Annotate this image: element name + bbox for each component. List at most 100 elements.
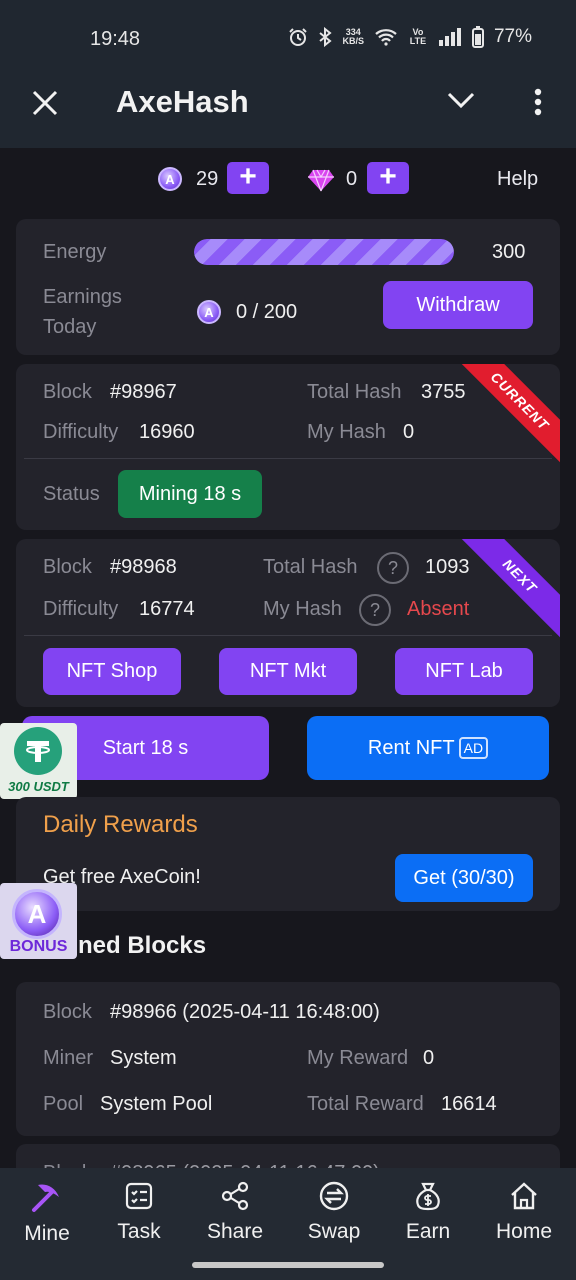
total-hash-help-icon[interactable]: ? xyxy=(377,552,409,584)
pool-label: Pool xyxy=(43,1093,84,1115)
close-icon[interactable] xyxy=(30,88,60,118)
current-block-card: CURRENT Block #98967 Total Hash 3755 Dif… xyxy=(16,364,560,530)
my-hash-help-icon[interactable]: ? xyxy=(359,594,391,626)
earnings-value: 0 / 200 xyxy=(236,301,298,323)
axecoin-icon: A xyxy=(197,300,221,324)
total-reward-value: 16614 xyxy=(441,1093,497,1115)
energy-bar xyxy=(194,239,454,265)
rent-nft-button[interactable]: Rent NFT AD xyxy=(307,716,549,780)
nft-lab-button[interactable]: NFT Lab xyxy=(395,648,533,695)
miner-label: Miner xyxy=(43,1047,94,1069)
usdt-promo-label: 300 USDT xyxy=(8,779,69,794)
next-block-card: NEXT Block #98968 Total Hash ? 1093 Diff… xyxy=(16,539,560,707)
balance-bar: A 29 + 0 + Help xyxy=(0,148,576,210)
daily-rewards-title: Daily Rewards xyxy=(43,811,198,838)
buy-gem-button[interactable]: + xyxy=(367,162,409,194)
clock: 19:48 xyxy=(90,28,141,50)
wifi-icon xyxy=(374,28,398,46)
difficulty-value: 16774 xyxy=(139,598,195,620)
app-title: AxeHash xyxy=(116,84,249,119)
energy-value: 300 xyxy=(492,241,526,263)
app-bar: AxeHash xyxy=(0,72,576,148)
my-hash-label: My Hash xyxy=(263,598,342,620)
miner-value: System xyxy=(110,1047,177,1069)
system-status-bar: 19:48 334 KB/S Vo LTE 77% xyxy=(0,0,576,72)
my-hash-value: 0 xyxy=(403,421,415,443)
current-ribbon: CURRENT xyxy=(452,364,560,469)
status-label: Status xyxy=(43,483,100,505)
block-number-time: #98966 (2025-04-11 16:48:00) xyxy=(110,1001,380,1023)
money-bag-icon xyxy=(383,1180,473,1212)
tab-task[interactable]: Task xyxy=(94,1180,184,1244)
tab-mine[interactable]: Mine xyxy=(2,1180,92,1246)
nft-shop-button[interactable]: NFT Shop xyxy=(43,648,181,695)
more-options-icon[interactable] xyxy=(526,86,550,123)
difficulty-label: Difficulty xyxy=(43,421,119,443)
status-icons: 334 KB/S Vo LTE 77% xyxy=(288,26,532,48)
my-hash-absent: Absent xyxy=(407,598,470,620)
tab-swap[interactable]: Swap xyxy=(289,1180,379,1244)
signal-icon xyxy=(438,28,462,46)
earnings-label: Earnings xyxy=(43,286,122,308)
diamond-icon xyxy=(307,168,335,197)
total-hash-value: 1093 xyxy=(425,556,470,578)
energy-bar-fill xyxy=(194,239,454,265)
alarm-icon xyxy=(288,27,308,47)
block-number: #98967 xyxy=(110,381,177,403)
swap-icon xyxy=(289,1180,379,1212)
tab-earn[interactable]: Earn xyxy=(383,1180,473,1244)
divider xyxy=(24,458,552,459)
tab-home[interactable]: Home xyxy=(479,1180,569,1244)
network-speed: 334 KB/S xyxy=(342,27,364,46)
bonus-coin-icon: A xyxy=(12,889,62,939)
usdt-promo-badge[interactable]: 300 USDT xyxy=(0,723,77,799)
home-icon xyxy=(479,1180,569,1212)
pool-value: System Pool xyxy=(100,1093,213,1115)
difficulty-value: 16960 xyxy=(139,421,195,443)
tab-label: Swap xyxy=(307,1220,361,1243)
battery-icon xyxy=(471,26,484,48)
energy-card: Energy 300 Earnings Today A 0 / 200 With… xyxy=(16,219,560,355)
withdraw-button[interactable]: Withdraw xyxy=(383,281,533,329)
total-reward-label: Total Reward xyxy=(307,1093,424,1115)
divider xyxy=(24,635,552,636)
help-link[interactable]: Help xyxy=(497,168,538,191)
total-hash-value: 3755 xyxy=(421,381,466,403)
get-reward-button[interactable]: Get (30/30) xyxy=(395,854,533,902)
total-hash-label: Total Hash xyxy=(263,556,358,578)
total-hash-label: Total Hash xyxy=(307,381,402,403)
mining-status-badge: Mining 18 s xyxy=(118,470,262,518)
tab-label: Share xyxy=(206,1220,264,1243)
buy-coin-button[interactable]: + xyxy=(227,162,269,194)
tab-label: Home xyxy=(495,1220,553,1243)
chevron-down-icon[interactable] xyxy=(446,90,476,115)
nft-market-button[interactable]: NFT Mkt xyxy=(219,648,357,695)
my-hash-label: My Hash xyxy=(307,421,386,443)
block-label: Block xyxy=(43,1001,92,1023)
share-icon xyxy=(190,1180,280,1212)
volte-indicator: Vo LTE xyxy=(409,27,427,46)
gesture-home-indicator[interactable] xyxy=(192,1262,384,1268)
tab-label: Earn xyxy=(405,1220,451,1243)
mined-block-entry[interactable]: Block #98966 (2025-04-11 16:48:00) Miner… xyxy=(16,982,560,1136)
task-list-icon xyxy=(94,1180,184,1212)
tether-icon xyxy=(14,727,62,775)
difficulty-label: Difficulty xyxy=(43,598,119,620)
tab-label: Task xyxy=(117,1220,161,1243)
tab-label: Mine xyxy=(24,1222,70,1245)
block-label: Block xyxy=(43,381,92,403)
my-reward-label: My Reward xyxy=(307,1047,409,1069)
next-ribbon: NEXT xyxy=(452,539,560,644)
my-reward-value: 0 xyxy=(423,1047,435,1069)
block-number: #98968 xyxy=(110,556,177,578)
energy-label: Energy xyxy=(43,241,107,263)
coin-balance: 29 xyxy=(196,168,219,190)
earnings-label-today: Today xyxy=(43,316,97,338)
axecoin-icon: A xyxy=(158,167,182,191)
tab-share[interactable]: Share xyxy=(190,1180,280,1244)
gem-balance: 0 xyxy=(346,168,358,190)
bluetooth-icon xyxy=(318,27,333,47)
mined-blocks-heading: ned Blocks xyxy=(78,932,207,959)
bonus-promo-badge[interactable]: A BONUS xyxy=(0,883,77,959)
block-label: Block xyxy=(43,556,92,578)
